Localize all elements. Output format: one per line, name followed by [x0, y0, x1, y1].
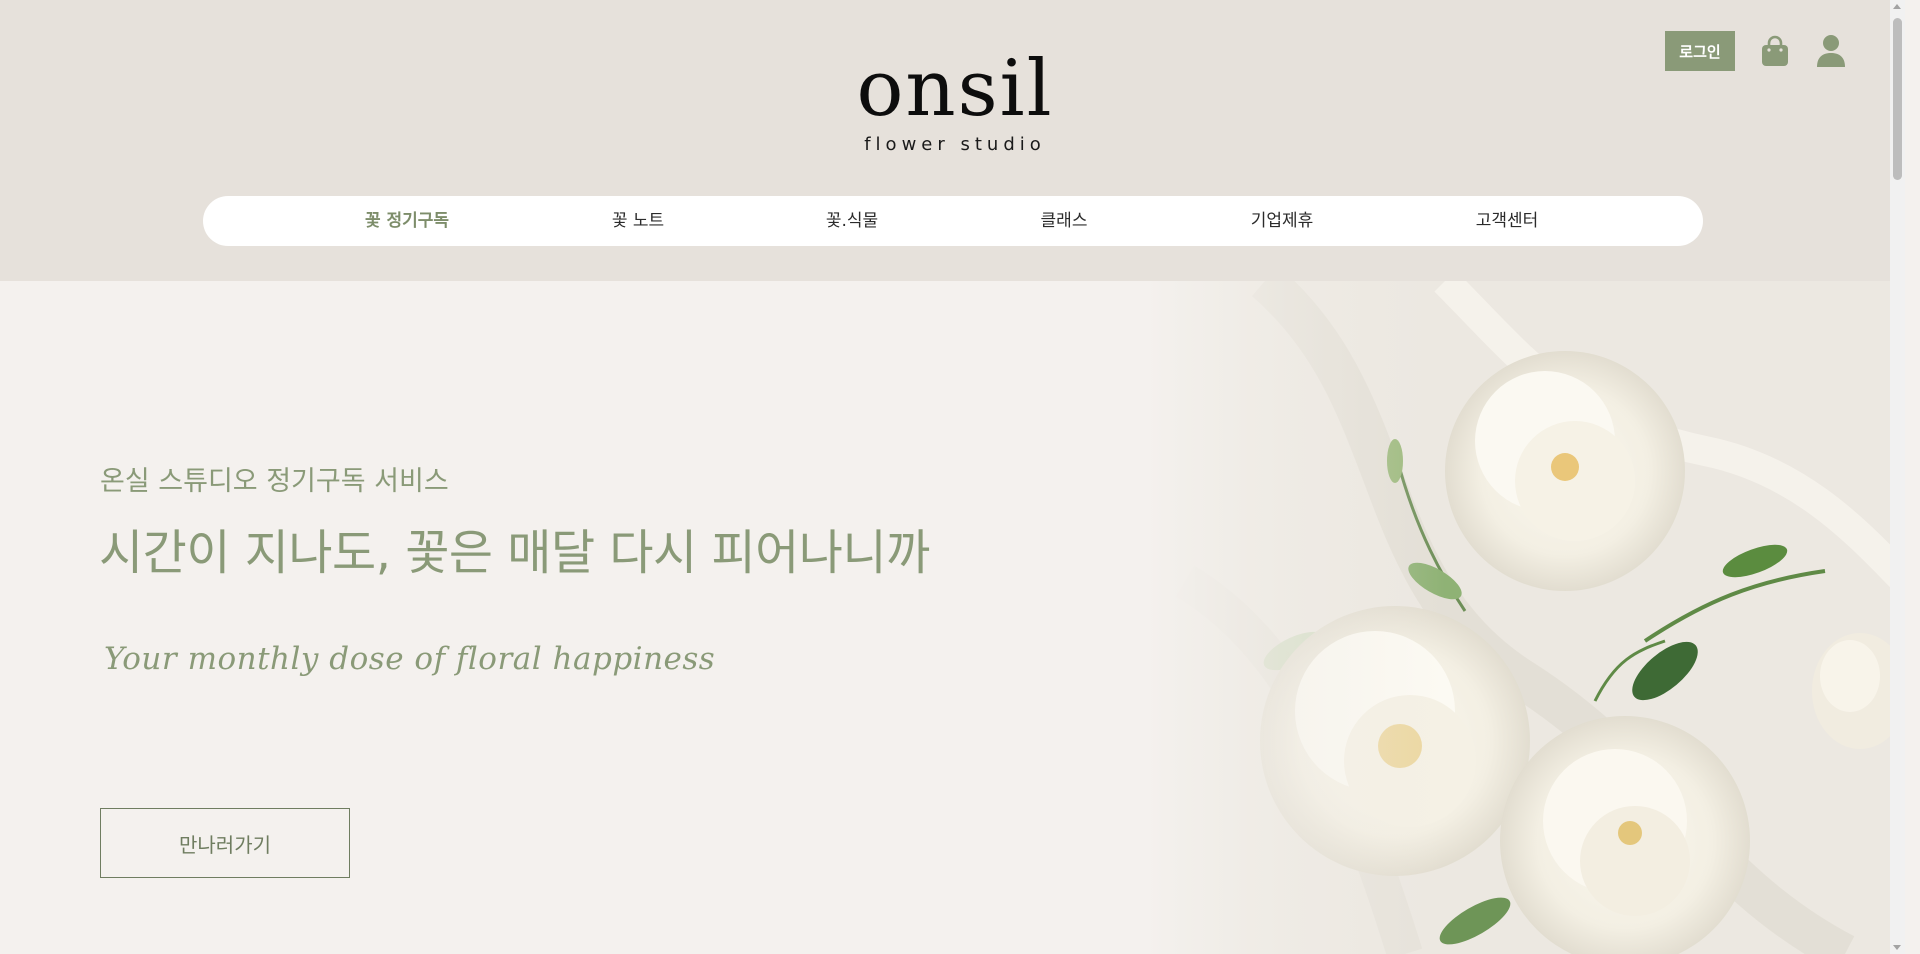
scroll-thumb[interactable]: [1893, 18, 1902, 180]
nav-item-flower-note[interactable]: 꽃 노트: [612, 196, 664, 246]
nav-item-subscription[interactable]: 꽃 정기구독: [365, 196, 449, 246]
hero-eyebrow: 온실 스튜디오 정기구독 서비스: [100, 466, 449, 497]
page: onsil flower studio 로그인 꽃 정기구독 꽃 노트 꽃.식물…: [0, 0, 1905, 954]
nav-item-customer-center[interactable]: 고객센터: [1476, 196, 1539, 246]
header-actions: 로그인: [1665, 31, 1847, 71]
logo-subtitle: flower studio: [864, 134, 1046, 155]
hero-flower-image: [1145, 281, 1905, 954]
hero-title: 시간이 지나도, 꽃은 매달 다시 피어나니까: [99, 525, 930, 581]
site-logo[interactable]: onsil flower studio: [850, 50, 1060, 155]
nav-item-corporate[interactable]: 기업제휴: [1251, 196, 1314, 246]
nav-item-class[interactable]: 클래스: [1041, 196, 1088, 246]
hero-script-tagline: Your monthly dose of floral happiness: [104, 641, 716, 677]
scroll-down-arrow-icon[interactable]: [1893, 945, 1901, 950]
scroll-up-arrow-icon[interactable]: [1893, 4, 1901, 9]
cta-button[interactable]: 만나러가기: [100, 808, 350, 878]
main-nav: 꽃 정기구독 꽃 노트 꽃.식물 클래스 기업제휴 고객센터: [203, 196, 1703, 246]
shopping-bag-icon[interactable]: [1759, 33, 1791, 69]
user-icon[interactable]: [1815, 33, 1847, 69]
hero-section: 온실 스튜디오 정기구독 서비스 시간이 지나도, 꽃은 매달 다시 피어나니까…: [0, 281, 1905, 954]
login-button[interactable]: 로그인: [1665, 31, 1735, 71]
logo-wordmark: onsil: [856, 44, 1054, 134]
page-scrollbar[interactable]: [1890, 0, 1905, 954]
nav-item-flowers-plants[interactable]: 꽃.식물: [826, 196, 878, 246]
site-header: onsil flower studio 로그인 꽃 정기구독 꽃 노트 꽃.식물…: [0, 0, 1905, 281]
